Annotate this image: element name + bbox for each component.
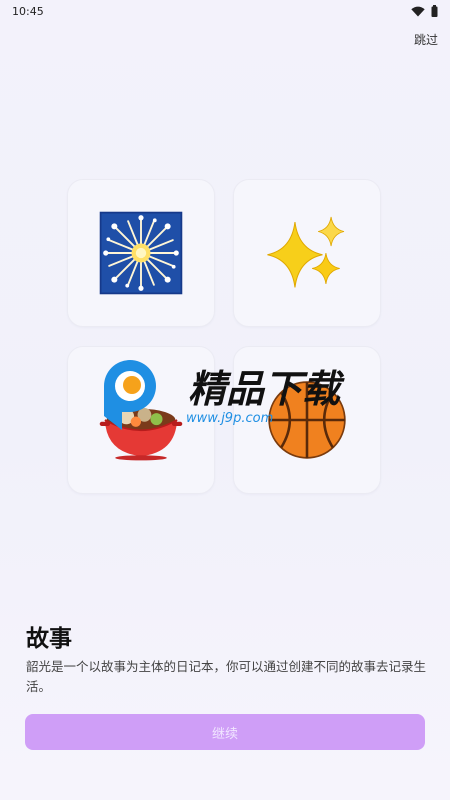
sparkles-icon bbox=[267, 216, 345, 288]
page-description: 韶光是一个以故事为主体的日记本，你可以通过创建不同的故事去记录生活。 bbox=[26, 659, 427, 694]
tile-sparkles bbox=[233, 179, 381, 327]
emoji-grid bbox=[0, 0, 450, 520]
watermark-brand: 精品下载 bbox=[188, 367, 345, 411]
continue-button[interactable]: 继续 bbox=[25, 714, 425, 750]
tile-fireworks bbox=[67, 179, 215, 327]
fireworks-icon bbox=[99, 211, 183, 295]
watermark-url: www.j9p.com bbox=[186, 411, 273, 426]
watermark-logo: 精品下载 www.j9p.com bbox=[104, 360, 345, 430]
page-title: 故事 bbox=[26, 626, 72, 652]
